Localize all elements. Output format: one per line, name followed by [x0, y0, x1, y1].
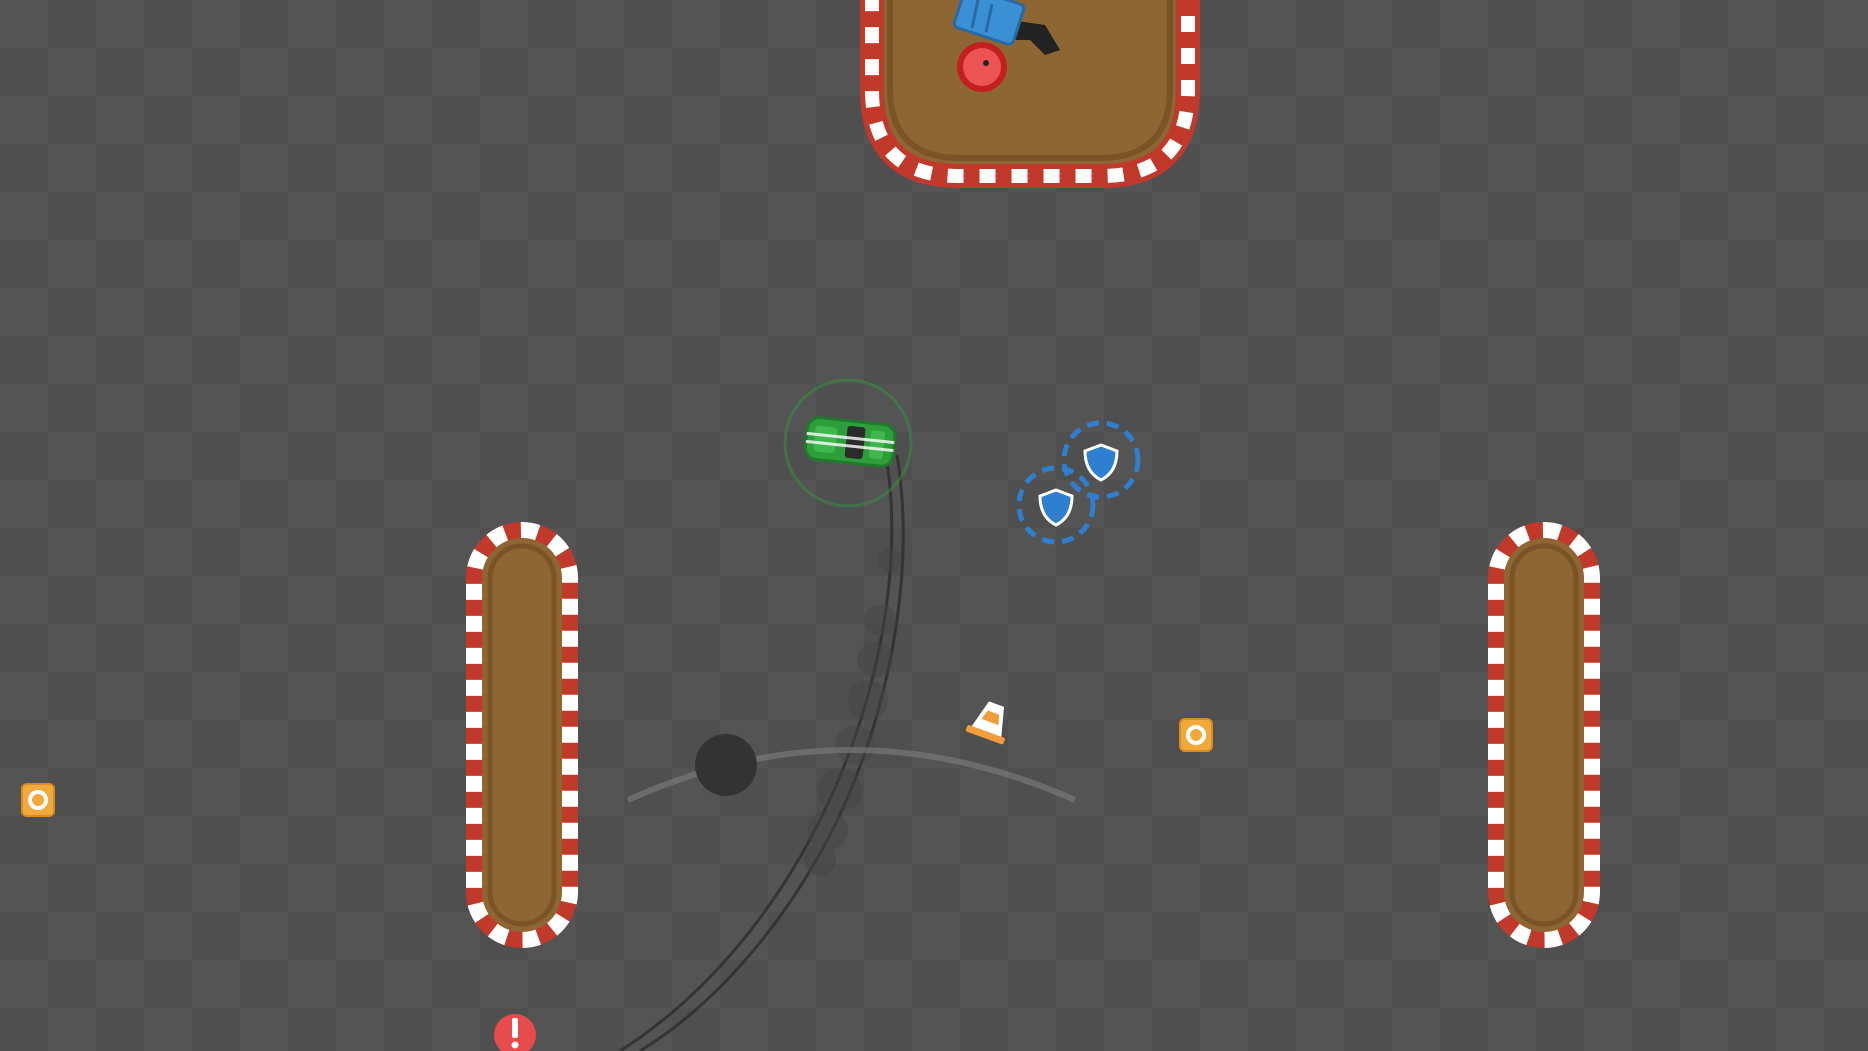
- coin-icon[interactable]: [1179, 718, 1213, 752]
- coin-icon[interactable]: [21, 783, 55, 817]
- left-dirt-island: [466, 522, 578, 948]
- mine-icon[interactable]: [957, 42, 1007, 92]
- right-dirt-island: [1488, 522, 1600, 948]
- game-scene[interactable]: [0, 0, 1868, 1051]
- oil-slick: [695, 734, 757, 796]
